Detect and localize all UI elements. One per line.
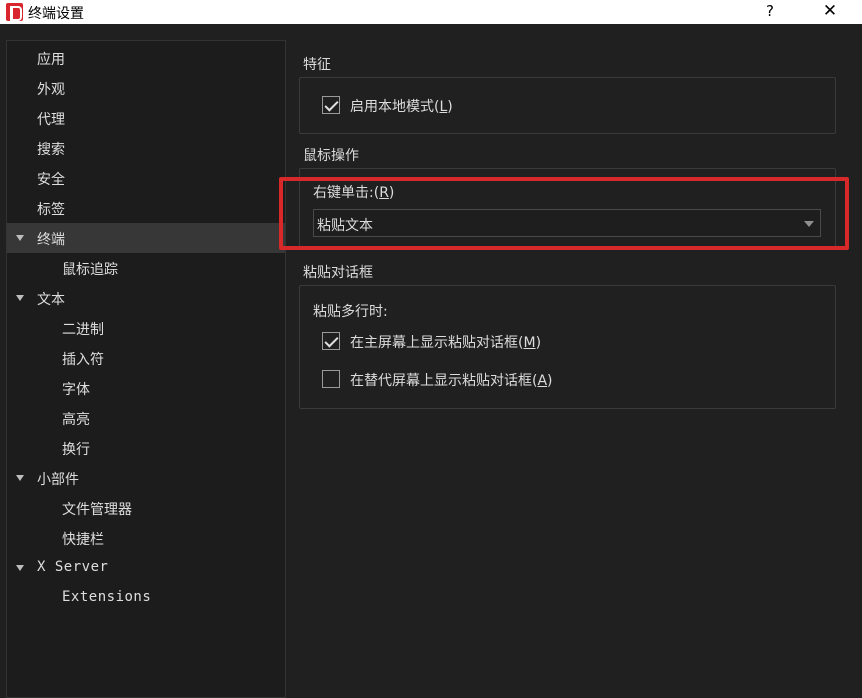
- sidebar-item-binary[interactable]: 二进制: [7, 313, 285, 343]
- mouse-section-title: 鼠标操作: [303, 148, 359, 164]
- annotation-highlight-box: [279, 177, 849, 250]
- close-button[interactable]: ✕: [812, 0, 848, 24]
- sidebar-item-file-manager[interactable]: 文件管理器: [7, 493, 285, 523]
- sidebar-item-text[interactable]: 文本: [7, 283, 285, 313]
- paste-section-title: 粘贴对话框: [303, 265, 373, 281]
- sidebar-item-mouse-tracking[interactable]: 鼠标追踪: [7, 253, 285, 283]
- local-mode-checkbox[interactable]: [322, 96, 340, 114]
- features-group: 启用本地模式(L): [299, 77, 836, 134]
- sidebar-item-widgets[interactable]: 小部件: [7, 463, 285, 493]
- features-section-title: 特征: [303, 57, 331, 73]
- sidebar-item-font[interactable]: 字体: [7, 373, 285, 403]
- sidebar-item-highlight[interactable]: 高亮: [7, 403, 285, 433]
- settings-nav-tree: 应用 外观 代理 搜索 安全 标签 终端 鼠标追踪 文本 二进制 插入符 字体 …: [6, 40, 286, 698]
- window-title: 终端设置: [28, 6, 84, 22]
- alt-screen-paste-label[interactable]: 在替代屏幕上显示粘贴对话框(A): [350, 370, 553, 390]
- sidebar-item-proxy[interactable]: 代理: [7, 103, 285, 133]
- expand-arrow-icon[interactable]: [16, 295, 24, 301]
- paste-group: 粘贴多行时: 在主屏幕上显示粘贴对话框(M) 在替代屏幕上显示粘贴对话框(A): [299, 285, 836, 409]
- local-mode-label[interactable]: 启用本地模式(L): [350, 96, 453, 116]
- sidebar-item-app[interactable]: 应用: [7, 43, 285, 73]
- main-screen-paste-label[interactable]: 在主屏幕上显示粘贴对话框(M): [350, 332, 541, 352]
- alt-screen-paste-checkbox[interactable]: [322, 370, 340, 388]
- sidebar-item-security[interactable]: 安全: [7, 163, 285, 193]
- sidebar-item-wrap[interactable]: 换行: [7, 433, 285, 463]
- expand-arrow-icon[interactable]: [16, 235, 24, 241]
- sidebar-item-x-server[interactable]: X Server: [7, 553, 285, 583]
- sidebar-item-tabs[interactable]: 标签: [7, 193, 285, 223]
- multiline-label: 粘贴多行时:: [313, 304, 388, 320]
- sidebar-item-quickbar[interactable]: 快捷栏: [7, 523, 285, 553]
- sidebar-item-extensions[interactable]: Extensions: [7, 583, 285, 613]
- title-bar: 终端设置 ? ✕: [0, 0, 862, 24]
- sidebar-item-terminal[interactable]: 终端: [7, 223, 285, 253]
- expand-arrow-icon[interactable]: [16, 565, 24, 571]
- sidebar-item-search[interactable]: 搜索: [7, 133, 285, 163]
- main-screen-paste-checkbox[interactable]: [322, 332, 340, 350]
- sidebar-item-caret[interactable]: 插入符: [7, 343, 285, 373]
- expand-arrow-icon[interactable]: [16, 475, 24, 481]
- app-logo-icon: [6, 3, 23, 21]
- help-button[interactable]: ?: [755, 0, 785, 24]
- sidebar-item-appearance[interactable]: 外观: [7, 73, 285, 103]
